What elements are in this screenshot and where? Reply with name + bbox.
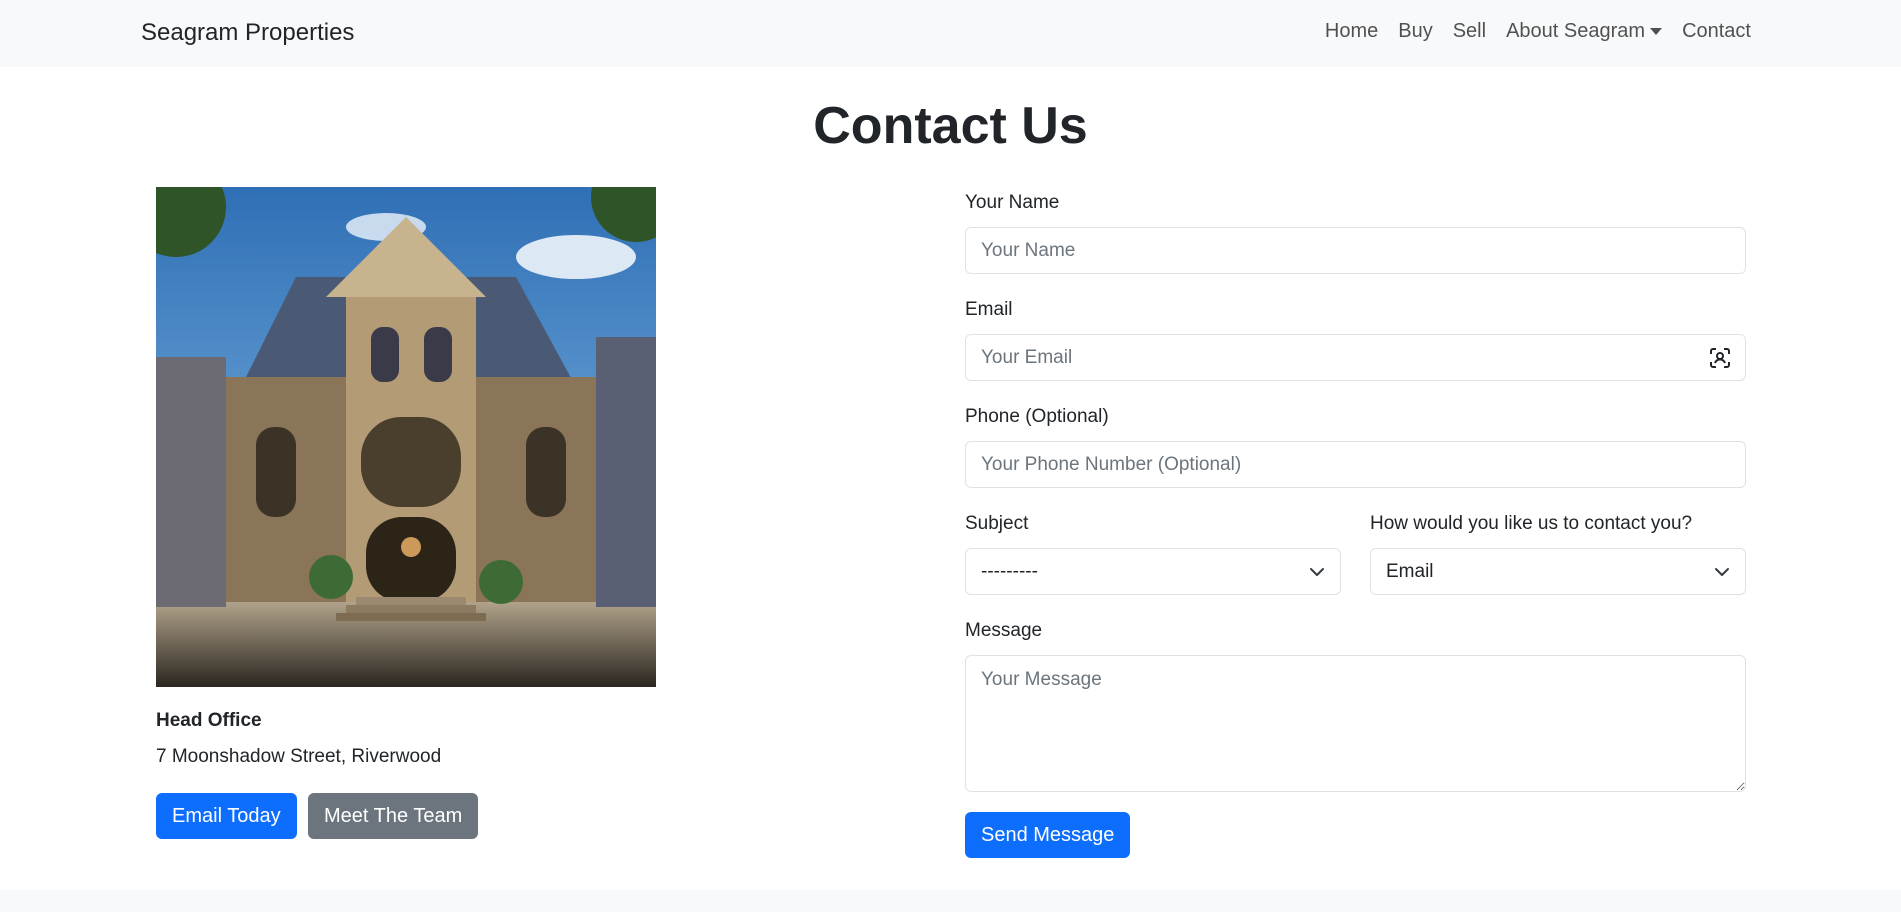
subject-selected-value: --------- [981, 560, 1038, 582]
name-label: Your Name [965, 192, 1060, 213]
nav-contact[interactable]: Contact [1682, 20, 1751, 43]
chevron-down-icon [1715, 567, 1729, 576]
page-title: Contact Us [813, 97, 1088, 155]
chevron-down-icon [1310, 567, 1324, 576]
message-textarea[interactable] [965, 655, 1746, 792]
send-message-button[interactable]: Send Message [965, 812, 1131, 858]
subject-label: Subject [965, 513, 1029, 534]
contact-card-icon[interactable] [1708, 346, 1732, 370]
name-input[interactable] [965, 227, 1746, 274]
nav-about-label: About Seagram [1506, 20, 1646, 42]
office-building-image [156, 187, 656, 687]
phone-label: Phone (Optional) [965, 406, 1109, 427]
office-heading: Head Office [156, 710, 262, 731]
nav-links: Home Buy Sell About Seagram Contact [1325, 20, 1751, 43]
footer [0, 890, 1901, 912]
nav-home[interactable]: Home [1325, 20, 1378, 43]
contact-method-select[interactable]: Email [1370, 548, 1746, 595]
nav-about-dropdown[interactable]: About Seagram [1506, 20, 1663, 43]
email-input[interactable] [965, 334, 1746, 381]
brand-link[interactable]: Seagram Properties [141, 19, 354, 47]
contact-method-selected-value: Email [1386, 560, 1434, 582]
nav-sell[interactable]: Sell [1453, 20, 1486, 43]
navbar: Seagram Properties Home Buy Sell About S… [0, 0, 1901, 67]
office-address: 7 Moonshadow Street, Riverwood [156, 746, 442, 767]
subject-select[interactable]: --------- [965, 548, 1341, 595]
contact-method-label: How would you like us to contact you? [1370, 513, 1693, 534]
email-label: Email [965, 299, 1013, 320]
nav-buy[interactable]: Buy [1398, 20, 1432, 43]
meet-the-team-button[interactable]: Meet The Team [308, 793, 479, 839]
caret-down-icon [1650, 28, 1663, 35]
email-today-button[interactable]: Email Today [156, 793, 297, 839]
message-label: Message [965, 620, 1043, 641]
phone-input[interactable] [965, 441, 1746, 488]
